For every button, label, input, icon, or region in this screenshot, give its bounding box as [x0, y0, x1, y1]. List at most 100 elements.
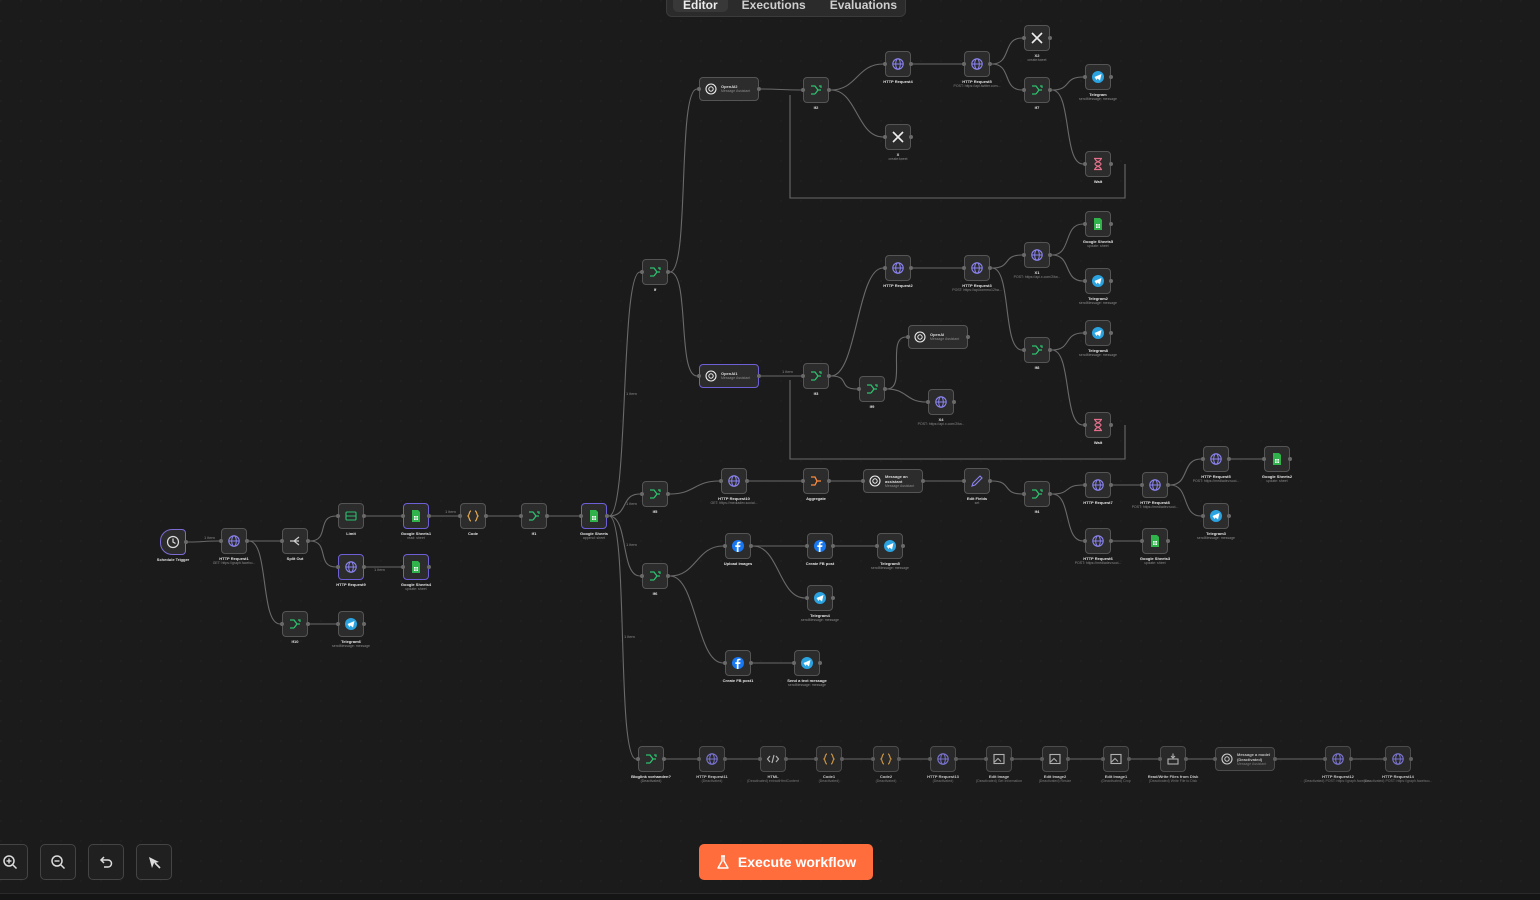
node-httpreq13[interactable]: HTTP Request13 (Deactivated) [927, 746, 959, 783]
node-gs2[interactable]: Google Sheets2 update: sheet [1262, 446, 1292, 483]
node-httpreq9[interactable]: HTTP Request9 [336, 554, 366, 587]
input-port[interactable] [861, 479, 865, 483]
zoom-out-button[interactable] [40, 844, 76, 880]
output-port[interactable] [827, 374, 831, 378]
output-port[interactable] [306, 539, 310, 543]
input-port[interactable] [926, 400, 930, 404]
node-createfb[interactable]: Create FB post [805, 533, 835, 566]
input-port[interactable] [1083, 483, 1087, 487]
node-if10[interactable]: If10 [280, 611, 310, 644]
execute-workflow-button[interactable]: Execute workflow [699, 844, 873, 880]
input-port[interactable] [1083, 539, 1087, 543]
input-port[interactable] [458, 514, 462, 518]
input-port[interactable] [1083, 331, 1087, 335]
output-port[interactable] [840, 757, 844, 761]
input-port[interactable] [801, 374, 805, 378]
input-port[interactable] [857, 387, 861, 391]
node-httpreq5[interactable]: HTTP Request5 POST: https://api.twitter.c… [954, 51, 1000, 88]
input-port[interactable] [219, 539, 223, 543]
output-port[interactable] [1184, 757, 1188, 761]
input-port[interactable] [1201, 514, 1205, 518]
input-port[interactable] [1083, 75, 1087, 79]
node-if1[interactable]: If1 [519, 503, 549, 536]
node-if6[interactable]: If6 [640, 563, 670, 596]
output-port[interactable] [1227, 514, 1231, 518]
input-port[interactable] [962, 62, 966, 66]
output-port[interactable] [362, 622, 366, 626]
input-port[interactable] [1083, 423, 1087, 427]
node-rwfiles[interactable]: Read/Write Files from Disk (Deactivated) … [1148, 746, 1198, 783]
output-port[interactable] [954, 757, 958, 761]
node-if4[interactable]: If4 [1022, 481, 1052, 514]
input-port[interactable] [723, 661, 727, 665]
input-port[interactable] [801, 479, 805, 483]
output-port[interactable] [1109, 162, 1113, 166]
node-wait[interactable]: Wait [1083, 151, 1113, 184]
tab-evaluations[interactable]: Evaluations [820, 0, 907, 12]
node-x2[interactable]: X2 create:tweet [1022, 25, 1052, 62]
node-gs[interactable]: Google Sheets append: sheet [579, 503, 609, 540]
input-port[interactable] [962, 479, 966, 483]
node-editimage1[interactable]: Edit Image1 (Deactivated) Crop [1101, 746, 1131, 783]
output-port[interactable] [988, 62, 992, 66]
output-port[interactable] [749, 661, 753, 665]
input-port[interactable] [1022, 348, 1026, 352]
node-httpreq7[interactable]: HTTP Request7 [1083, 472, 1113, 505]
node-gs5[interactable]: Google Sheets5 update: sheet [1083, 211, 1113, 248]
node-aggregate[interactable]: Aggregate [801, 468, 831, 501]
input-port[interactable] [723, 544, 727, 548]
output-port[interactable] [362, 565, 366, 569]
node-if9[interactable]: If9 [857, 376, 887, 409]
output-port[interactable] [757, 374, 761, 378]
output-port[interactable] [1109, 222, 1113, 226]
output-port[interactable] [988, 266, 992, 270]
input-port[interactable] [875, 544, 879, 548]
input-port[interactable] [1140, 539, 1144, 543]
node-code[interactable]: Code [458, 503, 488, 536]
output-port[interactable] [1010, 757, 1014, 761]
output-port[interactable] [831, 596, 835, 600]
node-x1[interactable]: X1 POST: https://api.x.com/2/tw... [1014, 242, 1060, 279]
node-splitout[interactable]: Split Out [280, 528, 310, 561]
output-port[interactable] [1048, 492, 1052, 496]
output-port[interactable] [1109, 539, 1113, 543]
output-port[interactable] [745, 479, 749, 483]
node-tg5[interactable]: Telegram5 sendMessage: message [871, 533, 909, 570]
output-port[interactable] [1166, 539, 1170, 543]
input-port[interactable] [1213, 757, 1217, 761]
node-httpreq11[interactable]: HTTP Request11 (Deactivated) [696, 746, 728, 783]
input-port[interactable] [805, 544, 809, 548]
input-port[interactable] [871, 757, 875, 761]
input-port[interactable] [758, 757, 762, 761]
input-port[interactable] [697, 87, 701, 91]
output-port[interactable] [1109, 483, 1113, 487]
node-tg8[interactable]: Telegram8 sendMessage: message [1079, 320, 1117, 357]
output-port[interactable] [909, 135, 913, 139]
output-port[interactable] [952, 400, 956, 404]
node-if2[interactable]: If2 [801, 77, 831, 110]
input-port[interactable] [1262, 457, 1266, 461]
output-port[interactable] [784, 757, 788, 761]
node-openai2[interactable]: OpenAI2 Message Assistant [697, 77, 761, 101]
output-port[interactable] [545, 514, 549, 518]
output-port[interactable] [666, 574, 670, 578]
output-port[interactable] [1227, 457, 1231, 461]
input-port[interactable] [336, 514, 340, 518]
input-port[interactable] [984, 757, 988, 761]
node-httpreq8[interactable]: HTTP Request8 POST: https://mediadev.soci… [1132, 472, 1178, 509]
output-port[interactable] [749, 544, 753, 548]
input-port[interactable] [401, 514, 405, 518]
node-http1[interactable]: HTTP Request1 GET: https://graph.facebo..… [213, 528, 255, 565]
node-limit[interactable]: Limit [336, 503, 366, 536]
input-port[interactable] [1201, 457, 1205, 461]
input-port[interactable] [640, 492, 644, 496]
tab-editor[interactable]: Editor [673, 0, 728, 12]
output-port[interactable] [427, 565, 431, 569]
output-port[interactable] [1048, 348, 1052, 352]
output-port[interactable] [484, 514, 488, 518]
input-port[interactable] [1022, 88, 1026, 92]
node-gs3[interactable]: Google Sheets3 update: sheet [1140, 528, 1170, 565]
node-tg3[interactable]: Telegram3 sendMessage: message [1197, 503, 1235, 540]
input-port[interactable] [280, 622, 284, 626]
output-port[interactable] [827, 88, 831, 92]
